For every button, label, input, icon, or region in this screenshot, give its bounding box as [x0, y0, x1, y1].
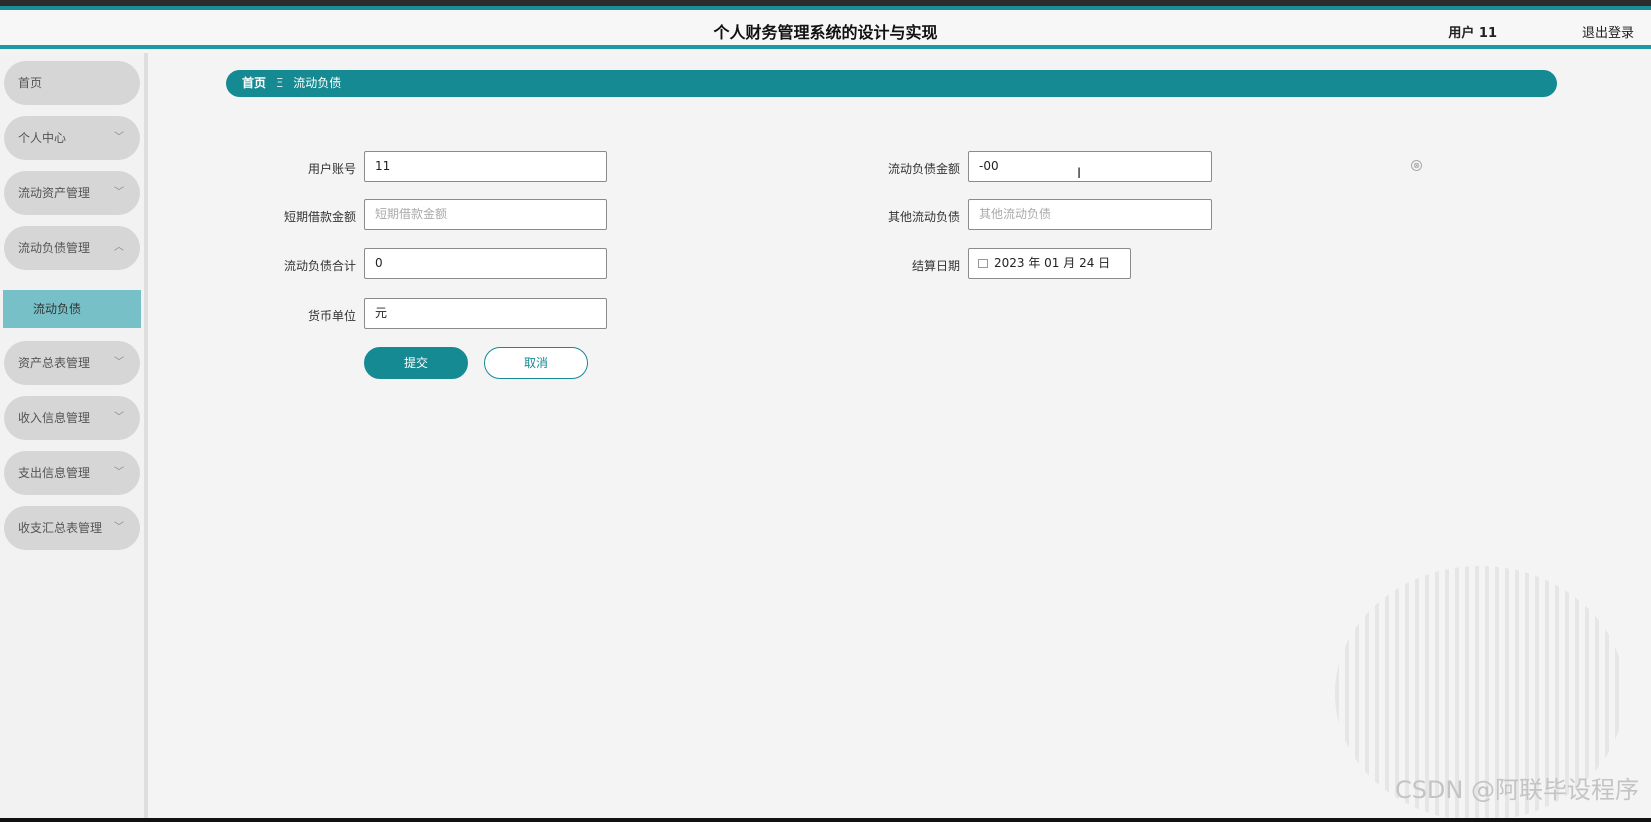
amount-field[interactable]: -00: [968, 151, 1212, 182]
logout-link[interactable]: 退出登录: [1582, 22, 1634, 41]
sidebar-item-current-liabilities[interactable]: 流动负债管理 ︿: [4, 226, 140, 270]
submit-button[interactable]: 提交: [364, 347, 468, 379]
total-field[interactable]: 0: [364, 248, 607, 279]
sidebar-item-expense[interactable]: 支出信息管理 ﹀: [4, 451, 140, 495]
date-label: 结算日期: [911, 259, 960, 273]
chevron-up-icon: ︿: [114, 242, 124, 253]
short-loan-label: 短期借款金额: [283, 210, 356, 224]
chevron-down-icon: ﹀: [114, 132, 124, 143]
chevron-down-icon: ﹀: [114, 187, 124, 198]
sidebar: 首页 个人中心 ﹀ 流动资产管理 ﹀ 流动负债管理 ︿ 流动负债 资产总表管理 …: [0, 53, 148, 818]
sidebar-item-label: 收支汇总表管理: [18, 521, 103, 535]
other-liability-field[interactable]: 其他流动负债: [968, 199, 1212, 230]
text-cursor-icon: I: [1077, 166, 1082, 182]
amount-label: 流动负债金额: [887, 162, 960, 176]
clear-icon[interactable]: ⊗: [1411, 160, 1422, 171]
sidebar-item-label: 收入信息管理: [18, 411, 91, 425]
breadcrumb-separator: Ξ: [275, 76, 284, 90]
sidebar-item-label: 个人中心: [18, 131, 67, 145]
chevron-down-icon: ﹀: [114, 467, 124, 478]
sidebar-item-personal-center[interactable]: 个人中心 ﹀: [4, 116, 140, 160]
date-value: 2023 年 01 月 24 日: [994, 256, 1111, 270]
account-label: 用户账号: [307, 162, 356, 176]
sidebar-item-income[interactable]: 收入信息管理 ﹀: [4, 396, 140, 440]
sidebar-subitem-current-liability[interactable]: 流动负债: [3, 290, 141, 328]
breadcrumb-current: 流动负债: [293, 76, 342, 90]
sidebar-item-label: 首页: [18, 76, 43, 90]
sidebar-item-current-assets[interactable]: 流动资产管理 ﹀: [4, 171, 140, 215]
cancel-button[interactable]: 取消: [484, 347, 588, 379]
chevron-down-icon: ﹀: [114, 357, 124, 368]
calendar-icon: [978, 259, 988, 268]
short-loan-field[interactable]: 短期借款金额: [364, 199, 607, 230]
sidebar-item-label: 流动资产管理: [18, 186, 91, 200]
user-label: 用户 11: [1448, 26, 1497, 41]
bottom-bar: [0, 818, 1651, 822]
app-title: 个人财务管理系统的设计与实现: [713, 23, 938, 42]
app-frame: 个人财务管理系统的设计与实现 用户 11 退出登录 首页 个人中心 ﹀ 流动资产…: [0, 6, 1651, 821]
sidebar-item-label: 资产总表管理: [18, 356, 91, 370]
other-liability-label: 其他流动负债: [887, 210, 960, 224]
breadcrumb-home[interactable]: 首页: [242, 76, 266, 90]
sidebar-item-label: 支出信息管理: [18, 466, 91, 480]
total-label: 流动负债合计: [283, 259, 356, 273]
sidebar-item-label: 流动负债管理: [18, 241, 91, 255]
sidebar-item-balance-sheet[interactable]: 资产总表管理 ﹀: [4, 341, 140, 385]
sidebar-item-summary[interactable]: 收支汇总表管理 ﹀: [4, 506, 140, 550]
date-field[interactable]: 2023 年 01 月 24 日: [968, 248, 1131, 279]
account-field[interactable]: 11: [364, 151, 607, 182]
watermark: CSDN @阿联毕设程序: [1394, 776, 1639, 804]
breadcrumb: 首页 Ξ 流动负债: [226, 70, 1557, 97]
sidebar-item-home[interactable]: 首页: [4, 61, 140, 105]
header: 个人财务管理系统的设计与实现 用户 11 退出登录: [0, 10, 1651, 49]
currency-label: 货币单位: [307, 309, 356, 323]
currency-field[interactable]: 元: [364, 298, 607, 329]
chevron-down-icon: ﹀: [114, 522, 124, 533]
chevron-down-icon: ﹀: [114, 412, 124, 423]
